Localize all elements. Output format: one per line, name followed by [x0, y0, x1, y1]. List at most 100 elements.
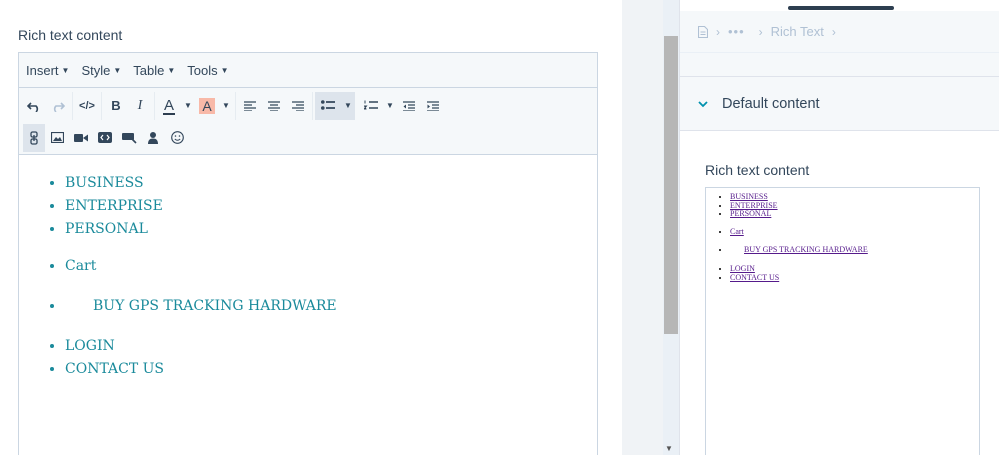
- preview-list-item: BUY GPS TRACKING HARDWARE: [730, 246, 979, 255]
- menu-insert[interactable]: Insert ▼: [26, 63, 69, 78]
- numbered-list-button[interactable]: [359, 92, 383, 120]
- preview-list-group-2: Cart: [730, 227, 979, 237]
- editor-content[interactable]: BUSINESS ENTERPRISE PERSONAL Cart BUY GP…: [19, 155, 597, 381]
- nav-list-group-3: BUY GPS TRACKING HARDWARE: [65, 295, 597, 318]
- nav-list-group-1: BUSINESS ENTERPRISE PERSONAL: [65, 172, 597, 241]
- preview-link[interactable]: CONTACT US: [730, 273, 779, 282]
- scroll-down-arrow-icon[interactable]: ▼: [665, 444, 673, 453]
- list-item[interactable]: BUY GPS TRACKING HARDWARE: [65, 295, 597, 318]
- preview-link[interactable]: Cart: [730, 227, 744, 236]
- video-icon: [74, 133, 88, 142]
- align-left-button[interactable]: [238, 92, 262, 120]
- caret-down-icon: ▼: [222, 101, 230, 110]
- emoji-icon: [170, 131, 184, 144]
- highlight-icon: A: [199, 97, 215, 114]
- editor-pane: Rich text content Insert ▼ Style ▼ Table ▼ …: [0, 0, 622, 455]
- indent-icon: [427, 100, 439, 111]
- preview-list-item: Cart: [730, 227, 979, 237]
- menu-style[interactable]: Style ▼: [81, 63, 121, 78]
- list-item[interactable]: LOGIN: [65, 335, 597, 358]
- align-right-button[interactable]: [286, 92, 310, 120]
- outdent-button[interactable]: [397, 92, 421, 120]
- scrollbar-thumb[interactable]: [664, 36, 678, 334]
- align-right-icon: [292, 100, 304, 111]
- bold-icon: B: [111, 98, 121, 113]
- person-icon: [148, 131, 158, 144]
- insert-image-button[interactable]: [45, 124, 69, 152]
- outdent-icon: [403, 100, 415, 111]
- list-item-text: ENTERPRISE: [65, 198, 163, 214]
- numbered-list-dropdown[interactable]: ▼: [383, 92, 397, 120]
- toolbar-divider: [154, 91, 155, 120]
- page-icon[interactable]: [698, 25, 708, 38]
- list-item[interactable]: BUSINESS: [65, 172, 597, 195]
- insert-link-button[interactable]: [23, 123, 45, 152]
- list-item-text: BUY GPS TRACKING HARDWARE: [93, 298, 337, 314]
- bullet-list-button[interactable]: [315, 92, 341, 120]
- redo-button[interactable]: [46, 92, 70, 120]
- list-item[interactable]: PERSONAL: [65, 218, 597, 241]
- highlight-color-dropdown[interactable]: ▼: [219, 92, 233, 120]
- breadcrumb-current[interactable]: Rich Text: [771, 24, 824, 39]
- preview-link[interactable]: BUY GPS TRACKING HARDWARE: [730, 245, 868, 255]
- section-spacer: [680, 53, 999, 77]
- align-left-icon: [244, 100, 256, 111]
- toolbar-row-2: [19, 122, 189, 153]
- rich-text-preview[interactable]: BUSINESS ENTERPRISE PERSONAL Cart BUY GP…: [705, 187, 980, 455]
- text-color-swatch: [163, 112, 175, 115]
- sidebar: › ••• › Rich Text › Default content Rich…: [679, 0, 999, 455]
- toolbar-divider: [312, 91, 313, 120]
- insert-emoji-button[interactable]: [165, 124, 189, 152]
- preview-link[interactable]: PERSONAL: [730, 209, 771, 218]
- highlight-color-button[interactable]: A: [195, 92, 219, 120]
- breadcrumb-ellipsis[interactable]: •••: [728, 24, 745, 39]
- toolbar-divider: [101, 91, 102, 120]
- menu-insert-label: Insert: [26, 62, 59, 78]
- menu-tools[interactable]: Tools ▼: [187, 63, 228, 78]
- bullet-list-dropdown[interactable]: ▼: [341, 92, 355, 120]
- bold-button[interactable]: B: [104, 92, 128, 120]
- text-color-dropdown[interactable]: ▼: [181, 92, 195, 120]
- list-item-text: LOGIN: [65, 338, 115, 354]
- insert-video-button[interactable]: [69, 124, 93, 152]
- insert-embed-button[interactable]: [93, 124, 117, 152]
- align-center-icon: [268, 100, 280, 111]
- preview-list-group-1: BUSINESS ENTERPRISE PERSONAL: [730, 192, 979, 219]
- list-item-text: CONTACT US: [65, 361, 165, 377]
- indent-button[interactable]: [421, 92, 445, 120]
- list-item[interactable]: Cart: [65, 255, 597, 278]
- undo-button[interactable]: [22, 92, 46, 120]
- list-item-text: PERSONAL: [65, 221, 148, 237]
- embed-icon: [98, 132, 112, 143]
- chevron-right-icon: ›: [758, 24, 763, 39]
- toolbar-divider: [235, 91, 236, 120]
- preview-list-group-4: LOGIN CONTACT US: [730, 264, 979, 283]
- insert-cta-button[interactable]: [117, 124, 141, 152]
- insert-personalization-button[interactable]: [141, 124, 165, 152]
- image-icon: [50, 132, 64, 143]
- numbered-list-icon: [364, 100, 378, 110]
- list-item[interactable]: CONTACT US: [65, 358, 597, 381]
- rich-text-editor: Insert ▼ Style ▼ Table ▼ Tools ▼ </> B I A: [18, 52, 598, 455]
- preview-list-item: CONTACT US: [730, 273, 979, 283]
- caret-down-icon: ▼: [61, 65, 70, 75]
- editor-label: Rich text content: [18, 27, 123, 43]
- list-item-text: Cart: [65, 258, 97, 274]
- menu-tools-label: Tools: [187, 62, 218, 78]
- link-icon: [30, 130, 38, 145]
- italic-icon: I: [137, 97, 143, 113]
- menu-table[interactable]: Table ▼: [133, 63, 175, 78]
- source-code-button[interactable]: </>: [75, 92, 99, 120]
- chevron-right-icon: ›: [716, 24, 720, 39]
- section-title: Default content: [722, 95, 820, 112]
- bullet-list-icon: [321, 100, 335, 110]
- list-item-text: BUSINESS: [65, 175, 144, 191]
- list-item[interactable]: ENTERPRISE: [65, 195, 597, 218]
- italic-button[interactable]: I: [128, 92, 152, 120]
- preview-label: Rich text content: [705, 162, 810, 178]
- preview-list-item: PERSONAL: [730, 209, 979, 219]
- align-center-button[interactable]: [262, 92, 286, 120]
- nav-list-group-4: LOGIN CONTACT US: [65, 335, 597, 381]
- default-content-section-toggle[interactable]: Default content: [680, 77, 999, 131]
- text-color-button[interactable]: A: [157, 92, 181, 120]
